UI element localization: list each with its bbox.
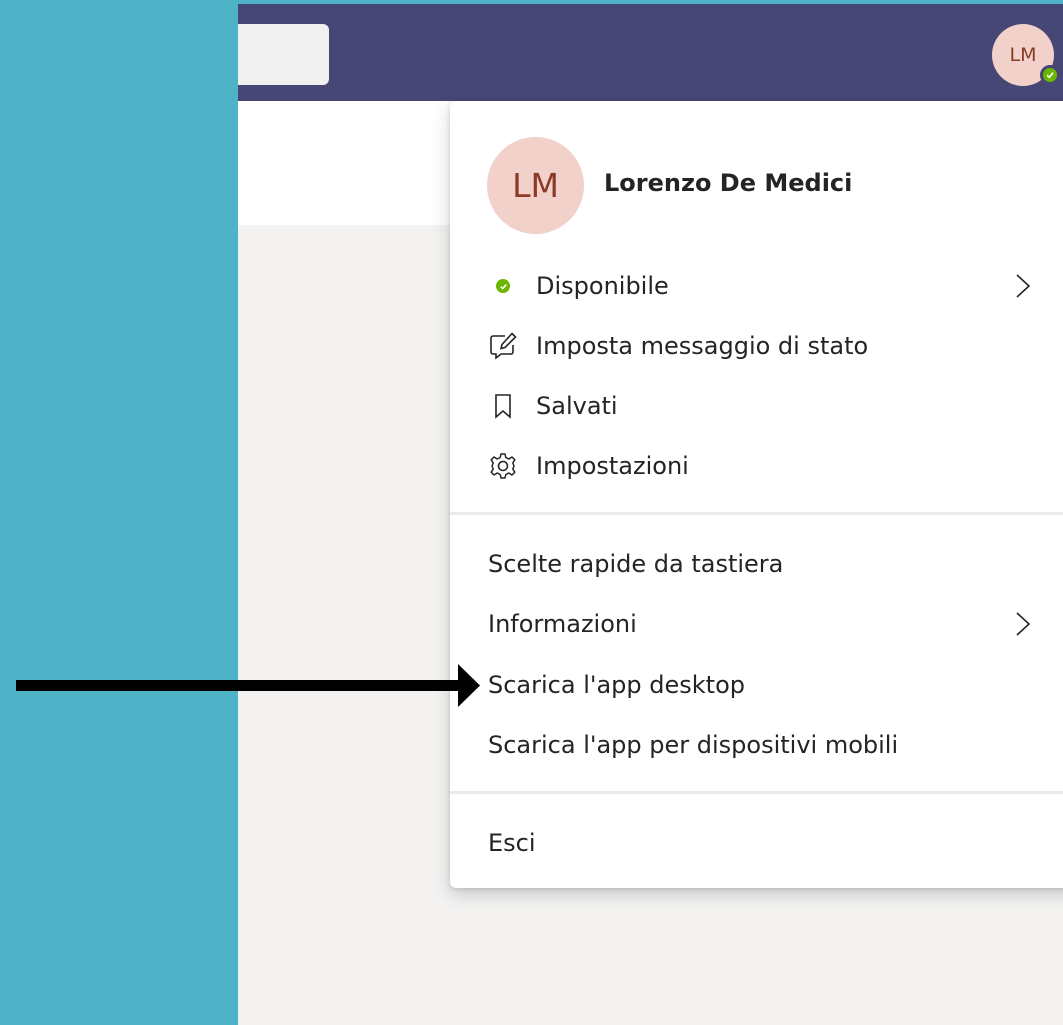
status-available-icon [488,271,518,301]
menu-item-label: Scarica l'app desktop [488,671,746,699]
profile-name: Lorenzo De Medici [604,169,853,197]
profile-menu: LM Lorenzo De Medici Disponibile Imposta… [450,101,1063,888]
menu-item-settings[interactable]: Impostazioni [450,441,1063,491]
menu-item-keyboard-shortcuts[interactable]: Scelte rapide da tastiera [450,539,1063,589]
profile-initials: LM [512,166,559,205]
menu-item-label: Scarica l'app per dispositivi mobili [488,731,899,759]
menu-item-status[interactable]: Disponibile [450,261,1063,311]
menu-item-label: Impostazioni [536,452,689,480]
menu-item-saved[interactable]: Salvati [450,381,1063,431]
bookmark-icon [488,391,518,421]
edit-message-icon [488,331,518,361]
profile-avatar: LM [487,137,584,234]
menu-item-label: Informazioni [488,610,637,638]
menu-item-about[interactable]: Informazioni [450,599,1063,649]
top-bar: LM [238,0,1063,101]
menu-item-download-desktop-app[interactable]: Scarica l'app desktop [450,660,1063,710]
menu-item-sign-out[interactable]: Esci [450,818,1063,868]
menu-divider [450,512,1063,515]
menu-item-download-mobile-app[interactable]: Scarica l'app per dispositivi mobili [450,720,1063,770]
menu-item-set-status-message[interactable]: Imposta messaggio di stato [450,321,1063,371]
menu-item-label: Imposta messaggio di stato [536,332,869,360]
search-input[interactable] [238,24,329,85]
menu-item-label: Esci [488,829,536,857]
chevron-right-icon [1016,274,1031,298]
presence-available-icon [1040,65,1060,85]
avatar-initials: LM [1009,44,1037,66]
pointer-arrow-annotation [16,664,480,707]
menu-item-label: Disponibile [536,272,669,300]
profile-avatar-button[interactable]: LM [992,24,1060,86]
gear-icon [488,451,518,481]
chevron-right-icon [1016,612,1031,636]
menu-item-label: Salvati [536,392,618,420]
teams-app-window: LM LM Lorenzo De Medici Disponibile Impo… [238,0,1063,1025]
menu-divider [450,791,1063,794]
menu-item-label: Scelte rapide da tastiera [488,550,784,578]
